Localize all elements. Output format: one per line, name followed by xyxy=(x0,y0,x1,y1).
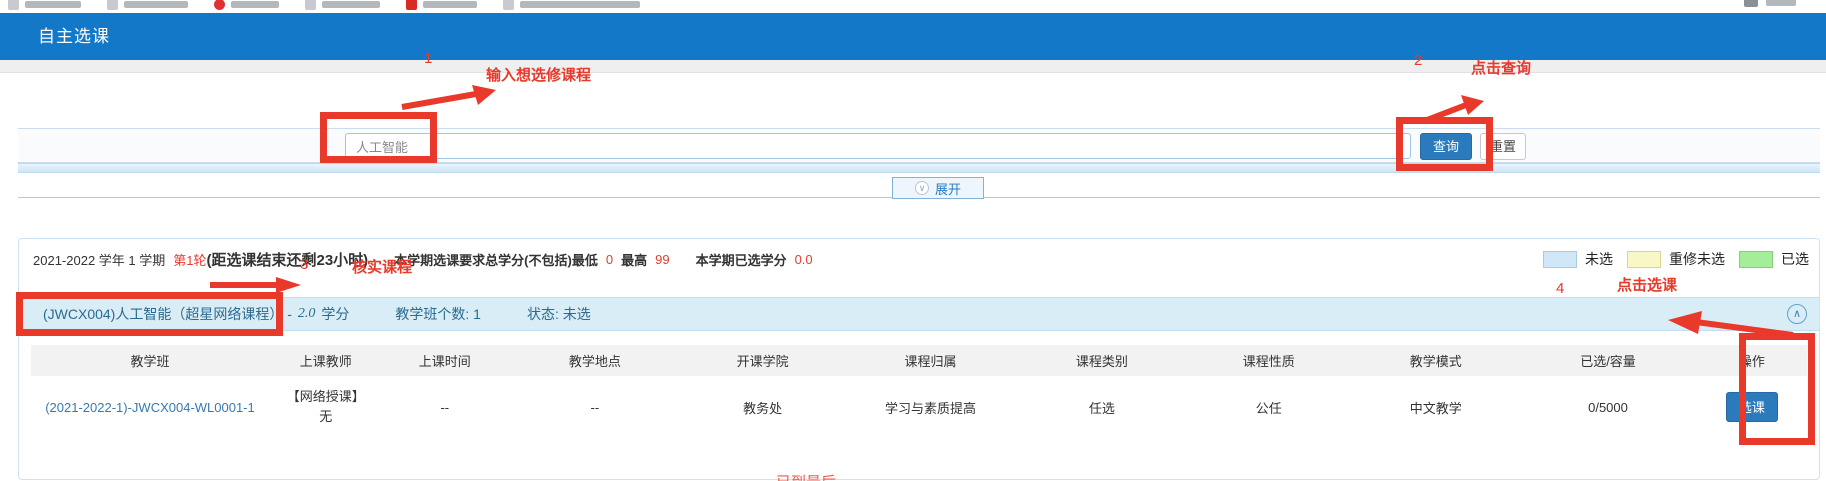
teacher-name: 无 xyxy=(269,407,383,427)
selection-round: 第1轮 xyxy=(173,250,206,269)
expand-label: 展开 xyxy=(935,179,961,198)
teaching-mode: 中文教学 xyxy=(1352,398,1519,417)
col-header: 课程类别 xyxy=(1018,351,1185,370)
col-header: 上课时间 xyxy=(383,351,507,370)
credit-requirement-label: 本学期选课要求总学分(不包括)最低 xyxy=(394,250,598,269)
annotation-step1-number: 1 xyxy=(424,50,432,67)
course-list-card: 2021-2022 学年 1 学期第1轮(距选课结束还剩23小时) 本学期选课要… xyxy=(18,238,1820,480)
course-group-header[interactable]: (JWCX004)人工智能（超星网络课程） - 2.0 学分 教学班个数: 1 … xyxy=(19,297,1819,331)
max-credit: 99 xyxy=(655,252,669,267)
legend-item-selected: 已选 xyxy=(1739,249,1809,269)
class-count: 教学班个数: 1 xyxy=(395,304,481,324)
bookmark-label xyxy=(520,1,640,8)
course-nature: 公任 xyxy=(1185,398,1352,417)
table-header-row: 教学班 上课教师 上课时间 教学地点 开课学院 课程归属 课程类别 课程性质 教… xyxy=(31,345,1807,376)
search-panel: 查询 重置 xyxy=(18,128,1820,163)
teacher-cell: 【网络授课】无 xyxy=(269,387,383,427)
col-header: 已选/容量 xyxy=(1519,351,1697,370)
page: 自主选课 查询 重置 ∨ 展开 2021-2022 学年 1 学期第1轮(距选课… xyxy=(0,0,1826,481)
bookmark-item[interactable] xyxy=(8,0,81,12)
query-button[interactable]: 查询 xyxy=(1420,133,1472,160)
countdown: (距选课结束还剩23小时) xyxy=(206,249,368,270)
class-place: -- xyxy=(507,400,683,415)
annotation-arrow-3 xyxy=(208,276,303,294)
annotation-step2-number: 2 xyxy=(1414,52,1422,69)
bookmark-item[interactable] xyxy=(305,0,380,12)
col-header: 教学模式 xyxy=(1352,351,1519,370)
select-course-button[interactable]: 选课 xyxy=(1726,392,1778,422)
bookmark-item[interactable] xyxy=(214,0,279,12)
college: 教务处 xyxy=(683,398,843,417)
legend-item-unselected: 未选 xyxy=(1543,249,1613,269)
page-title: 自主选课 xyxy=(38,13,110,60)
course-status: 状态: 未选 xyxy=(527,304,591,324)
bookmark-label xyxy=(1766,0,1796,6)
max-credit-label: 最高 xyxy=(621,250,647,269)
bookmarks-folder-icon[interactable] xyxy=(1744,0,1758,7)
expand-toggle[interactable]: ∨ 展开 xyxy=(892,177,984,199)
selected-credit: 0.0 xyxy=(795,252,813,267)
legend-label: 重修未选 xyxy=(1669,249,1725,269)
col-header: 课程性质 xyxy=(1185,351,1352,370)
bookmark-label xyxy=(423,1,477,8)
semester-term: 2021-2022 学年 1 学期 xyxy=(33,250,165,269)
panel-footer-strip xyxy=(18,163,1820,173)
browser-bookmarks-bar xyxy=(0,0,1826,13)
red-dot-favicon xyxy=(214,0,225,10)
bookmark-label xyxy=(25,1,81,8)
annotation-step3-number: 3 xyxy=(300,256,308,273)
bookmark-label xyxy=(231,1,279,8)
bookmark-favicon xyxy=(503,0,514,10)
annotation-step4-label: 点击选课 xyxy=(1617,274,1677,295)
legend-swatch-selected xyxy=(1739,251,1773,268)
bookmark-label xyxy=(322,1,380,8)
bookmark-favicon xyxy=(305,0,316,10)
annotation-step1-label: 输入想选修课程 xyxy=(486,64,591,85)
course-search-input[interactable] xyxy=(345,133,1411,159)
table-row: (2021-2022-1)-JWCX004-WL0001-1 【网络授课】无 -… xyxy=(31,376,1807,438)
course-title: (JWCX004)人工智能（超星网络课程） - xyxy=(43,304,292,324)
status-legend: 未选 重修未选 已选 xyxy=(1543,249,1809,269)
legend-label: 已选 xyxy=(1781,249,1809,269)
col-header: 课程归属 xyxy=(843,351,1019,370)
selected-credit-label: 本学期已选学分 xyxy=(696,250,787,269)
class-time: -- xyxy=(383,400,507,415)
min-credit: 0 xyxy=(606,252,613,267)
bookmark-favicon xyxy=(107,0,118,10)
col-header: 操作 xyxy=(1697,351,1807,370)
red-badge-favicon xyxy=(406,0,417,10)
bookmark-favicon xyxy=(8,0,19,10)
col-header: 教学地点 xyxy=(507,351,683,370)
course-belonging: 学习与素质提高 xyxy=(843,398,1019,417)
annotation-arrow-1 xyxy=(398,82,498,110)
teacher-tag: 【网络授课】 xyxy=(269,387,383,407)
annotation-arrow-2 xyxy=(1424,92,1486,124)
annotation-step4-number: 4 xyxy=(1556,280,1564,297)
course-credit-unit: 学分 xyxy=(321,304,349,324)
bookmark-item[interactable] xyxy=(503,0,640,12)
col-header: 教学班 xyxy=(31,351,269,370)
bookmark-item[interactable] xyxy=(107,0,188,12)
bookmark-item[interactable] xyxy=(406,0,477,12)
legend-item-retake: 重修未选 xyxy=(1627,249,1725,269)
header-substrip xyxy=(0,60,1826,73)
legend-swatch-unselected xyxy=(1543,251,1577,268)
course-credit: 2.0 xyxy=(298,306,316,322)
legend-label: 未选 xyxy=(1585,249,1613,269)
course-category: 任选 xyxy=(1018,398,1185,417)
chevron-down-icon: ∨ xyxy=(915,181,929,195)
class-code-link[interactable]: (2021-2022-1)-JWCX004-WL0001-1 xyxy=(45,400,255,415)
annotation-step2-label: 点击查询 xyxy=(1471,57,1531,78)
annotation-arrow-4 xyxy=(1666,308,1796,338)
capacity: 0/5000 xyxy=(1519,400,1697,415)
reset-button[interactable]: 重置 xyxy=(1480,133,1526,160)
legend-swatch-retake xyxy=(1627,251,1661,268)
col-header: 开课学院 xyxy=(683,351,843,370)
bookmark-label xyxy=(124,1,188,8)
page-header: 自主选课 xyxy=(0,13,1826,60)
class-table: 教学班 上课教师 上课时间 教学地点 开课学院 课程归属 课程类别 课程性质 教… xyxy=(31,345,1807,438)
annotation-step3-label: 核实课程 xyxy=(352,256,412,277)
bottom-partial-text: 已到最后 xyxy=(776,471,836,481)
col-header: 上课教师 xyxy=(269,351,383,370)
